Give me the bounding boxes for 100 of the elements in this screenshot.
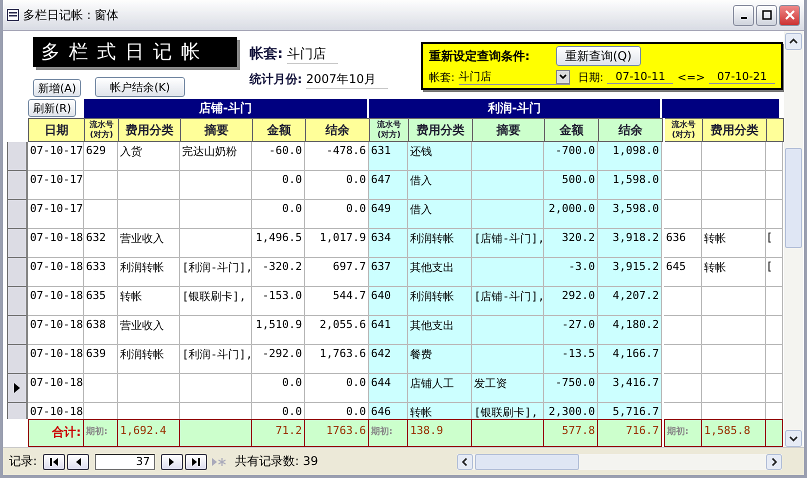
table-cell: 借入 [408,200,472,229]
scroll-down-icon[interactable] [785,430,802,447]
table-cell: 3,598.0 [598,200,662,229]
date-from-field[interactable]: 07-10-11 [607,70,674,84]
table-cell: 利润转帐 [408,229,472,258]
table-cell: 637 [369,258,408,287]
group-header: 利润-斗门 [369,99,662,118]
table-cell: 649 [369,200,408,229]
column-header: 日期 [29,118,85,142]
next-record-button[interactable] [161,454,184,470]
record-count: 共有记录数: 39 [235,453,318,470]
date-to-field[interactable]: 07-10-21 [709,70,775,84]
month-label: 统计月份: [249,71,302,88]
table-cell: 1,496.5 [252,229,305,258]
table-cell: 646 [369,403,408,419]
skip-first-icon [49,456,60,466]
table-cell [766,374,783,403]
table-cell [664,316,702,345]
table-cell: 营业收入 [118,229,180,258]
table-cell: 644 [369,374,408,403]
table-cell: 0.0 [305,200,369,229]
table-cell: [ [766,229,783,258]
table-cell: 641 [369,316,408,345]
table-cell: 转帐 [118,287,180,316]
table-cell: 0.0 [305,171,369,200]
scroll-right-icon[interactable] [766,454,782,470]
refresh-button[interactable]: 刷新(R) [28,99,76,117]
table-cell [702,345,766,374]
last-record-button[interactable] [185,454,208,470]
vertical-scrollbar[interactable] [784,31,803,447]
scroll-up-icon[interactable] [785,33,802,50]
total-cell: 71.2 [252,419,305,447]
scroll-thumb[interactable] [475,454,579,470]
balance-button[interactable]: 帐户结余(K) [95,77,186,97]
table-cell: 0.0 [252,374,305,403]
record-number-field[interactable]: 37 [95,454,156,470]
table-cell: 0.0 [252,171,305,200]
table-cell [180,316,252,345]
table-cell: 0.0 [305,374,369,403]
previous-record-button[interactable] [67,454,90,470]
add-button[interactable]: 新增(A) [33,79,82,97]
requery-button[interactable]: 重新查询(Q) [556,46,641,66]
table-cell [472,142,544,171]
table-cell: 647 [369,171,408,200]
column-header: 金额 [253,118,306,142]
close-icon [784,10,794,20]
column-header: 费用分类 [119,118,181,142]
first-record-button[interactable] [43,454,66,470]
record-selector[interactable] [7,374,28,403]
table-cell: [店铺-斗门], [472,229,544,258]
maximize-button[interactable] [756,4,777,26]
close-button[interactable] [779,4,800,26]
table-cell [180,171,252,200]
table-cell: 1,763.6 [305,345,369,374]
minimize-button[interactable] [733,4,754,26]
account-dropdown[interactable]: 斗门店 [458,69,570,85]
table-cell: 292.0 [544,287,598,316]
table-cell: 638 [84,316,118,345]
table-cell [118,171,180,200]
table-cell: 1,098.0 [598,142,662,171]
table-cell [180,229,252,258]
table-cell: 3,915.2 [598,258,662,287]
table-cell: -478.6 [305,142,369,171]
scroll-left-icon[interactable] [457,454,473,470]
table-cell: 餐费 [408,345,472,374]
column-header: 费用分类 [703,118,767,142]
table-cell [118,374,180,403]
table-cell: 3,918.2 [598,229,662,258]
column-header: 摘要 [181,118,253,142]
table-cell [664,374,702,403]
total-cell: 1,585.8 [702,419,766,447]
table-cell [766,142,783,171]
horizontal-scrollbar[interactable] [457,454,782,470]
column-header: 金额 [545,118,599,142]
column-header: 结余 [306,118,370,142]
table-cell: 利润转帐 [118,345,180,374]
table-cell [702,374,766,403]
table-cell: 634 [369,229,408,258]
new-record-icon[interactable] [211,456,228,466]
table-cell: 639 [84,345,118,374]
table-cell [702,200,766,229]
table-cell: -27.0 [544,316,598,345]
table-cell: 店铺人工 [408,374,472,403]
table-cell [766,200,783,229]
table-cell: -320.2 [252,258,305,287]
table-cell: 入货 [118,142,180,171]
table-cell [766,316,783,345]
table-cell: 转帐 [702,258,766,287]
table-cell: 借入 [408,171,472,200]
table-cell: 4,166.7 [598,345,662,374]
column-header: 摘要 [473,118,545,142]
table-cell: 629 [84,142,118,171]
query-title: 重新设定查询条件: [429,48,530,64]
table-cell: [ [766,258,783,287]
account-label: 帐套: [429,70,455,84]
table-cell: 营业收入 [118,316,180,345]
account-label: 帐套: [249,45,283,63]
table-cell [702,287,766,316]
scroll-thumb[interactable] [785,148,802,248]
table-cell: -153.0 [252,287,305,316]
